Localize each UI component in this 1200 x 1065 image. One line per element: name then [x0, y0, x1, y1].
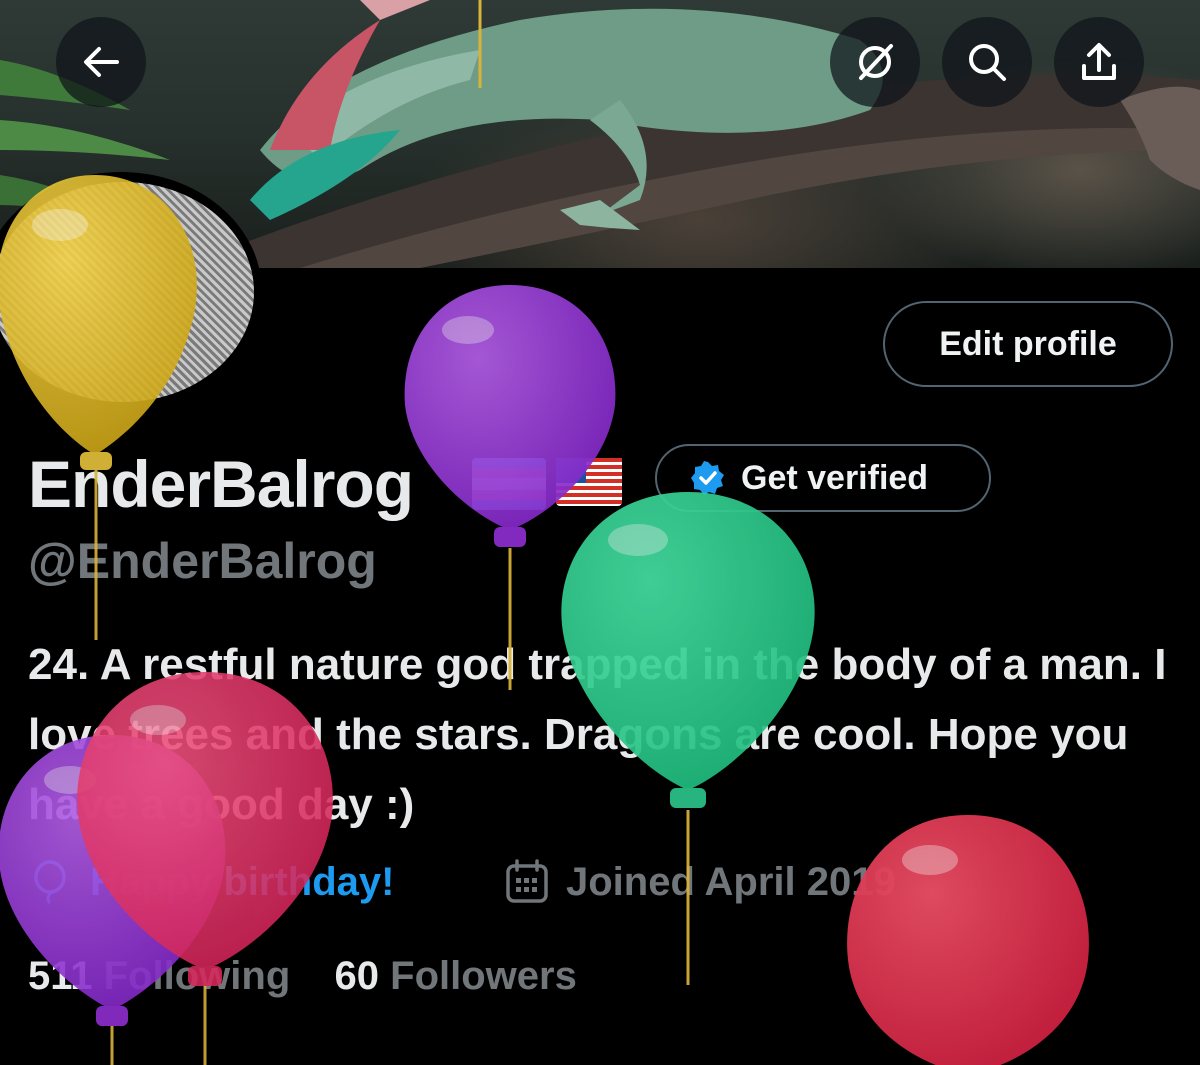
followers-count: 60	[334, 954, 380, 998]
followers-link[interactable]: 60 Followers	[335, 954, 577, 998]
share-icon	[1082, 43, 1116, 80]
grok-icon	[859, 44, 893, 80]
back-button[interactable]	[56, 17, 146, 107]
search-button[interactable]	[942, 17, 1032, 107]
avatar-image	[0, 182, 254, 402]
back-arrow-icon	[84, 47, 119, 77]
share-button[interactable]	[1054, 17, 1144, 107]
edit-profile-button[interactable]: Edit profile	[883, 301, 1173, 387]
search-icon	[969, 44, 1006, 81]
following-label: Following	[103, 954, 291, 998]
calendar-icon	[506, 859, 548, 903]
followers-label: Followers	[390, 954, 577, 998]
trans-pride-flag-icon	[472, 458, 546, 510]
following-link[interactable]: 511 Following	[28, 954, 301, 998]
user-handle: @EnderBalrog	[28, 533, 377, 589]
avatar[interactable]	[0, 172, 262, 412]
display-name: EnderBalrog	[28, 447, 414, 521]
verified-badge-icon	[691, 461, 724, 495]
grok-button[interactable]	[830, 17, 920, 107]
joined-item: Joined April 2019	[504, 852, 896, 912]
bio: 24. A restful nature god trapped in the …	[28, 640, 1167, 829]
joined-date: Joined April 2019	[566, 860, 896, 904]
birthday-text: Happy birthday!	[90, 860, 395, 904]
balloon-icon	[34, 860, 66, 904]
birthday-item[interactable]: Happy birthday!	[30, 852, 394, 912]
us-flag-icon	[556, 458, 622, 506]
following-count: 511	[28, 954, 93, 998]
follow-stats: 511 Following 60 Followers	[28, 946, 577, 1006]
get-verified-button[interactable]: Get verified	[655, 444, 991, 512]
get-verified-label: Get verified	[741, 458, 929, 497]
